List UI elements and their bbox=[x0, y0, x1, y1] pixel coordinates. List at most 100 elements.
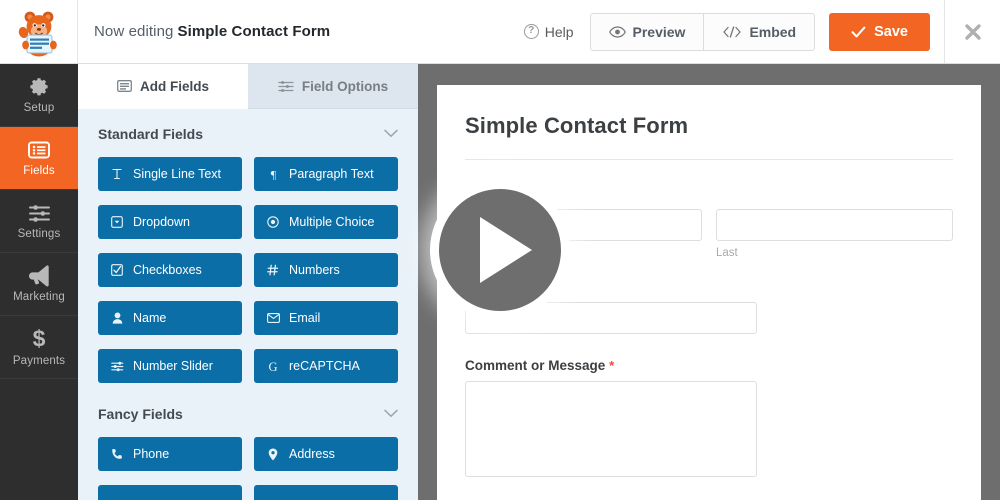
field-button-label: Single Line Text bbox=[133, 167, 222, 181]
field-button-recaptcha[interactable]: G reCAPTCHA bbox=[254, 349, 398, 383]
text-cursor-icon bbox=[110, 168, 124, 180]
field-button-checkboxes[interactable]: Checkboxes bbox=[98, 253, 242, 287]
field-button-multiple-choice[interactable]: Multiple Choice bbox=[254, 205, 398, 239]
standard-fields-grid: Single Line Text ¶ Paragraph Text Dropdo… bbox=[78, 153, 418, 383]
field-button-label: Multiple Choice bbox=[289, 215, 375, 229]
add-fields-panel: Add Fields Field Options Standard Fields… bbox=[78, 64, 418, 500]
editing-title: Now editing Simple Contact Form bbox=[78, 0, 520, 63]
wpforms-logo[interactable] bbox=[0, 0, 78, 63]
sidebar-item-payments[interactable]: $ Payments bbox=[0, 316, 78, 379]
embed-label: Embed bbox=[749, 23, 797, 40]
save-button[interactable]: Save bbox=[829, 12, 930, 51]
editing-prefix: Now editing bbox=[94, 23, 174, 40]
embed-button[interactable]: Embed bbox=[703, 13, 815, 50]
field-button-label: Email bbox=[289, 311, 321, 325]
question-mark-icon: ? bbox=[523, 24, 539, 39]
chevron-down-icon bbox=[384, 125, 398, 143]
field-button-label: Address bbox=[289, 447, 335, 461]
name-last-input[interactable] bbox=[716, 209, 953, 241]
field-button-label: Numbers bbox=[289, 263, 340, 277]
sidebar-item-setup[interactable]: Setup bbox=[0, 64, 78, 127]
field-button-number-slider[interactable]: Number Slider bbox=[98, 349, 242, 383]
preview-field-comment[interactable]: Comment or Message * bbox=[437, 358, 981, 477]
svg-text:G: G bbox=[268, 360, 277, 373]
field-button-label: Dropdown bbox=[133, 215, 190, 229]
help-label: Help bbox=[544, 23, 574, 40]
sidebar-item-label: Payments bbox=[12, 355, 66, 367]
phone-icon bbox=[110, 448, 124, 460]
tab-field-options[interactable]: Field Options bbox=[248, 64, 418, 109]
top-toolbar: Now editing Simple Contact Form ? Help P… bbox=[0, 0, 1000, 64]
sidebar-item-settings[interactable]: Settings bbox=[0, 190, 78, 253]
help-button[interactable]: ? Help bbox=[520, 24, 590, 40]
field-button-single-line-text[interactable]: Single Line Text bbox=[98, 157, 242, 191]
radio-icon bbox=[266, 216, 280, 228]
form-builder-app: Now editing Simple Contact Form ? Help P… bbox=[0, 0, 1000, 500]
tab-label: Field Options bbox=[301, 78, 389, 94]
section-title: Fancy Fields bbox=[98, 406, 183, 422]
mascot-bear-icon bbox=[18, 11, 57, 56]
name-last-sublabel: Last bbox=[716, 247, 738, 259]
field-button-hidden-row-right[interactable] bbox=[254, 485, 398, 500]
sidebar-item-label: Setup bbox=[23, 102, 55, 114]
field-button-email[interactable]: Email bbox=[254, 301, 398, 335]
required-marker: * bbox=[609, 358, 615, 373]
preview-label: Preview bbox=[632, 23, 686, 40]
section-title: Standard Fields bbox=[98, 126, 204, 142]
save-label: Save bbox=[874, 23, 908, 40]
field-button-paragraph-text[interactable]: ¶ Paragraph Text bbox=[254, 157, 398, 191]
preview-button[interactable]: Preview bbox=[590, 13, 704, 50]
megaphone-icon bbox=[29, 265, 49, 287]
close-icon bbox=[964, 23, 981, 40]
field-button-label: Name bbox=[133, 311, 167, 325]
code-brackets-icon bbox=[723, 25, 742, 38]
play-triangle-icon bbox=[480, 217, 532, 283]
title-divider bbox=[465, 159, 953, 160]
field-button-dropdown[interactable]: Dropdown bbox=[98, 205, 242, 239]
svg-text:¶: ¶ bbox=[270, 168, 276, 180]
field-button-label: reCAPTCHA bbox=[289, 359, 360, 373]
sliders-icon bbox=[278, 80, 294, 92]
field-button-name[interactable]: Name bbox=[98, 301, 242, 335]
field-button-label: Checkboxes bbox=[133, 263, 202, 277]
name-last-col: Last bbox=[716, 209, 953, 259]
builder-sidebar: Setup Fields Settings Marketing $ Paymen… bbox=[0, 64, 78, 500]
section-header-fancy-fields[interactable]: Fancy Fields bbox=[78, 383, 418, 433]
map-pin-icon bbox=[266, 448, 280, 461]
eye-icon bbox=[608, 25, 626, 38]
toolbar-actions: ? Help Preview Embed Save bbox=[520, 0, 938, 63]
list-icon bbox=[28, 141, 50, 159]
pilcrow-icon: ¶ bbox=[266, 168, 280, 180]
field-button-label: Phone bbox=[133, 447, 170, 461]
check-icon bbox=[851, 26, 866, 37]
play-video-button[interactable] bbox=[430, 180, 570, 320]
preview-embed-group: Preview Embed bbox=[589, 12, 816, 51]
tab-add-fields[interactable]: Add Fields bbox=[78, 64, 248, 109]
gear-icon bbox=[30, 78, 48, 96]
field-button-phone[interactable]: Phone bbox=[98, 437, 242, 471]
dollar-icon: $ bbox=[33, 327, 46, 351]
tab-label: Add Fields bbox=[139, 78, 209, 94]
sidebar-item-fields[interactable]: Fields bbox=[0, 127, 78, 190]
sidebar-item-label: Marketing bbox=[13, 291, 65, 303]
user-icon bbox=[110, 312, 124, 324]
checkbox-icon bbox=[110, 264, 124, 276]
field-label: Comment or Message * bbox=[465, 358, 615, 373]
sliders-icon bbox=[28, 204, 50, 222]
google-g-icon: G bbox=[266, 360, 280, 373]
field-button-hidden-row-left[interactable] bbox=[98, 485, 242, 500]
panel-tabs: Add Fields Field Options bbox=[78, 64, 418, 109]
sidebar-item-label: Settings bbox=[17, 227, 61, 240]
sidebar-item-marketing[interactable]: Marketing bbox=[0, 253, 78, 316]
preview-form-title: Simple Contact Form bbox=[465, 113, 689, 138]
chevron-down-icon bbox=[384, 405, 398, 423]
field-button-numbers[interactable]: Numbers bbox=[254, 253, 398, 287]
comment-textarea[interactable] bbox=[465, 381, 757, 477]
field-button-address[interactable]: Address bbox=[254, 437, 398, 471]
section-header-standard-fields[interactable]: Standard Fields bbox=[78, 109, 418, 153]
sidebar-item-label: Fields bbox=[23, 165, 55, 177]
close-button[interactable] bbox=[944, 0, 1000, 63]
form-name: Simple Contact Form bbox=[177, 23, 331, 40]
dropdown-icon bbox=[110, 216, 124, 228]
field-button-label: Paragraph Text bbox=[289, 167, 374, 181]
